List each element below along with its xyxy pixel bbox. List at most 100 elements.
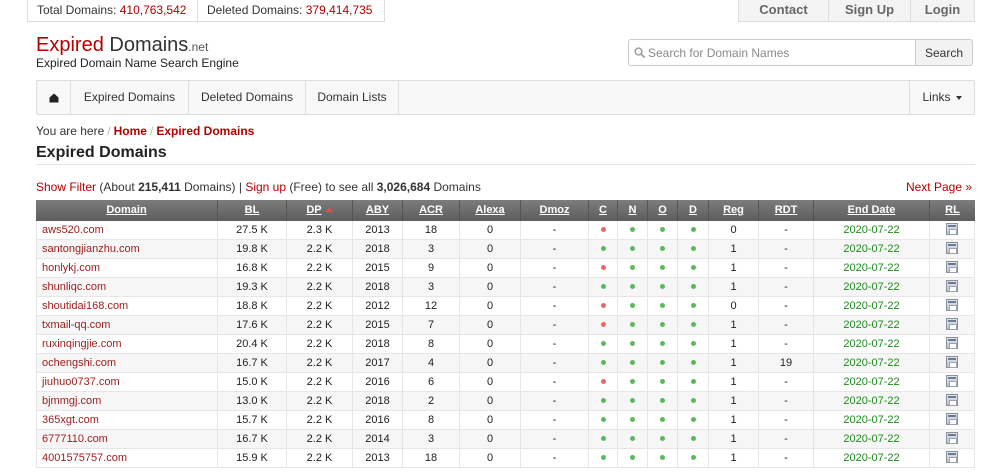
cell-domain[interactable]: shunliqc.com <box>37 278 218 296</box>
status-dot-d[interactable] <box>690 284 696 289</box>
status-dot-o[interactable] <box>660 436 665 441</box>
breadcrumb-current-link[interactable]: Expired Domains <box>156 124 254 138</box>
next-page-link[interactable]: Next Page » <box>906 180 972 194</box>
status-dot-d[interactable] <box>690 322 696 327</box>
nav-home-button[interactable] <box>37 81 71 114</box>
status-dot-c[interactable] <box>600 455 606 460</box>
status-dot-n[interactable] <box>630 379 635 384</box>
status-dot-o[interactable] <box>660 265 665 270</box>
column-header-dmoz[interactable]: Dmoz <box>521 200 589 221</box>
status-dot-o[interactable] <box>660 398 665 403</box>
status-dot-c[interactable] <box>600 227 606 232</box>
cell-domain[interactable]: ochengshi.com <box>37 354 218 372</box>
status-dot-o[interactable] <box>660 341 665 346</box>
search-button[interactable]: Search <box>915 39 973 66</box>
column-header-acr[interactable]: ACR <box>403 200 460 221</box>
column-header-dp[interactable]: DP <box>287 200 353 221</box>
status-dot-c[interactable] <box>600 303 606 308</box>
page-preview-icon[interactable] <box>946 280 958 292</box>
domain-search-input[interactable] <box>628 39 916 66</box>
contact-link[interactable]: Contact <box>738 0 829 22</box>
status-dot-n[interactable] <box>630 341 635 346</box>
status-dot-o[interactable] <box>660 322 665 327</box>
breadcrumb-home-link[interactable]: Home <box>114 124 147 138</box>
status-dot-c[interactable] <box>600 417 606 422</box>
sign-up-link[interactable]: Sign Up <box>828 0 911 22</box>
status-dot-n[interactable] <box>630 436 635 441</box>
status-dot-c[interactable] <box>600 322 606 327</box>
status-dot-d[interactable] <box>690 455 696 460</box>
column-header-rl[interactable]: RL <box>930 200 975 221</box>
page-preview-icon[interactable] <box>946 242 958 254</box>
status-dot-c[interactable] <box>600 246 606 251</box>
status-dot-o[interactable] <box>660 379 665 384</box>
page-preview-icon[interactable] <box>946 337 958 349</box>
column-header-d[interactable]: D <box>678 200 709 221</box>
status-dot-o[interactable] <box>660 246 665 251</box>
sign-up-free-link[interactable]: Sign up <box>245 180 286 194</box>
status-dot-d[interactable] <box>690 341 696 346</box>
nav-links-dropdown[interactable]: Links <box>909 81 974 114</box>
status-dot-n[interactable] <box>630 265 635 270</box>
column-header-n[interactable]: N <box>618 200 648 221</box>
status-dot-d[interactable] <box>690 398 696 403</box>
status-dot-d[interactable] <box>690 303 696 308</box>
nav-item-expired-domains[interactable]: Expired Domains <box>71 81 189 114</box>
status-dot-o[interactable] <box>660 227 665 232</box>
status-dot-c[interactable] <box>600 436 606 441</box>
cell-domain[interactable]: santongjianzhu.com <box>37 240 218 258</box>
cell-domain[interactable]: txmail-qq.com <box>37 316 218 334</box>
status-dot-d[interactable] <box>690 246 696 251</box>
cell-domain[interactable]: bjmmgj.com <box>37 392 218 410</box>
status-dot-d[interactable] <box>690 265 696 270</box>
cell-domain[interactable]: aws520.com <box>37 221 218 239</box>
column-header-alexa[interactable]: Alexa <box>460 200 521 221</box>
status-dot-n[interactable] <box>630 303 635 308</box>
page-preview-icon[interactable] <box>946 299 958 311</box>
page-preview-icon[interactable] <box>946 375 958 387</box>
page-preview-icon[interactable] <box>946 261 958 273</box>
status-dot-n[interactable] <box>630 284 635 289</box>
status-dot-n[interactable] <box>630 322 635 327</box>
cell-domain[interactable]: 4001575757.com <box>37 449 218 467</box>
page-preview-icon[interactable] <box>946 432 958 444</box>
status-dot-d[interactable] <box>690 417 696 422</box>
column-header-rdt[interactable]: RDT <box>759 200 814 221</box>
status-dot-d[interactable] <box>690 227 696 232</box>
page-preview-icon[interactable] <box>946 318 958 330</box>
status-dot-c[interactable] <box>600 265 606 270</box>
status-dot-o[interactable] <box>660 284 665 289</box>
status-dot-o[interactable] <box>660 360 665 365</box>
page-preview-icon[interactable] <box>946 356 958 368</box>
nav-item-domain-lists[interactable]: Domain Lists <box>306 81 399 114</box>
column-header-bl[interactable]: BL <box>218 200 287 221</box>
status-dot-o[interactable] <box>660 417 665 422</box>
status-dot-n[interactable] <box>630 360 635 365</box>
cell-domain[interactable]: jiuhuo0737.com <box>37 373 218 391</box>
cell-domain[interactable]: ruxinqingjie.com <box>37 335 218 353</box>
cell-domain[interactable]: shoutidai168.com <box>37 297 218 315</box>
status-dot-o[interactable] <box>660 303 665 308</box>
column-header-end-date[interactable]: End Date <box>814 200 930 221</box>
status-dot-n[interactable] <box>630 227 635 232</box>
status-dot-o[interactable] <box>660 455 665 460</box>
column-header-o[interactable]: O <box>648 200 678 221</box>
cell-domain[interactable]: honlykj.com <box>37 259 218 277</box>
cell-domain[interactable]: 365xgt.com <box>37 411 218 429</box>
status-dot-c[interactable] <box>600 341 606 346</box>
page-preview-icon[interactable] <box>946 223 958 235</box>
nav-item-deleted-domains[interactable]: Deleted Domains <box>189 81 306 114</box>
page-preview-icon[interactable] <box>946 394 958 406</box>
show-filter-link[interactable]: Show Filter <box>36 180 96 194</box>
page-preview-icon[interactable] <box>946 413 958 425</box>
column-header-reg[interactable]: Reg <box>709 200 759 221</box>
status-dot-d[interactable] <box>690 360 696 365</box>
cell-domain[interactable]: 6777110.com <box>37 430 218 448</box>
status-dot-c[interactable] <box>600 360 606 365</box>
page-preview-icon[interactable] <box>946 451 958 463</box>
login-link[interactable]: Login <box>910 0 975 22</box>
status-dot-n[interactable] <box>630 398 635 403</box>
status-dot-d[interactable] <box>690 379 696 384</box>
status-dot-n[interactable] <box>630 417 635 422</box>
status-dot-n[interactable] <box>630 246 635 251</box>
